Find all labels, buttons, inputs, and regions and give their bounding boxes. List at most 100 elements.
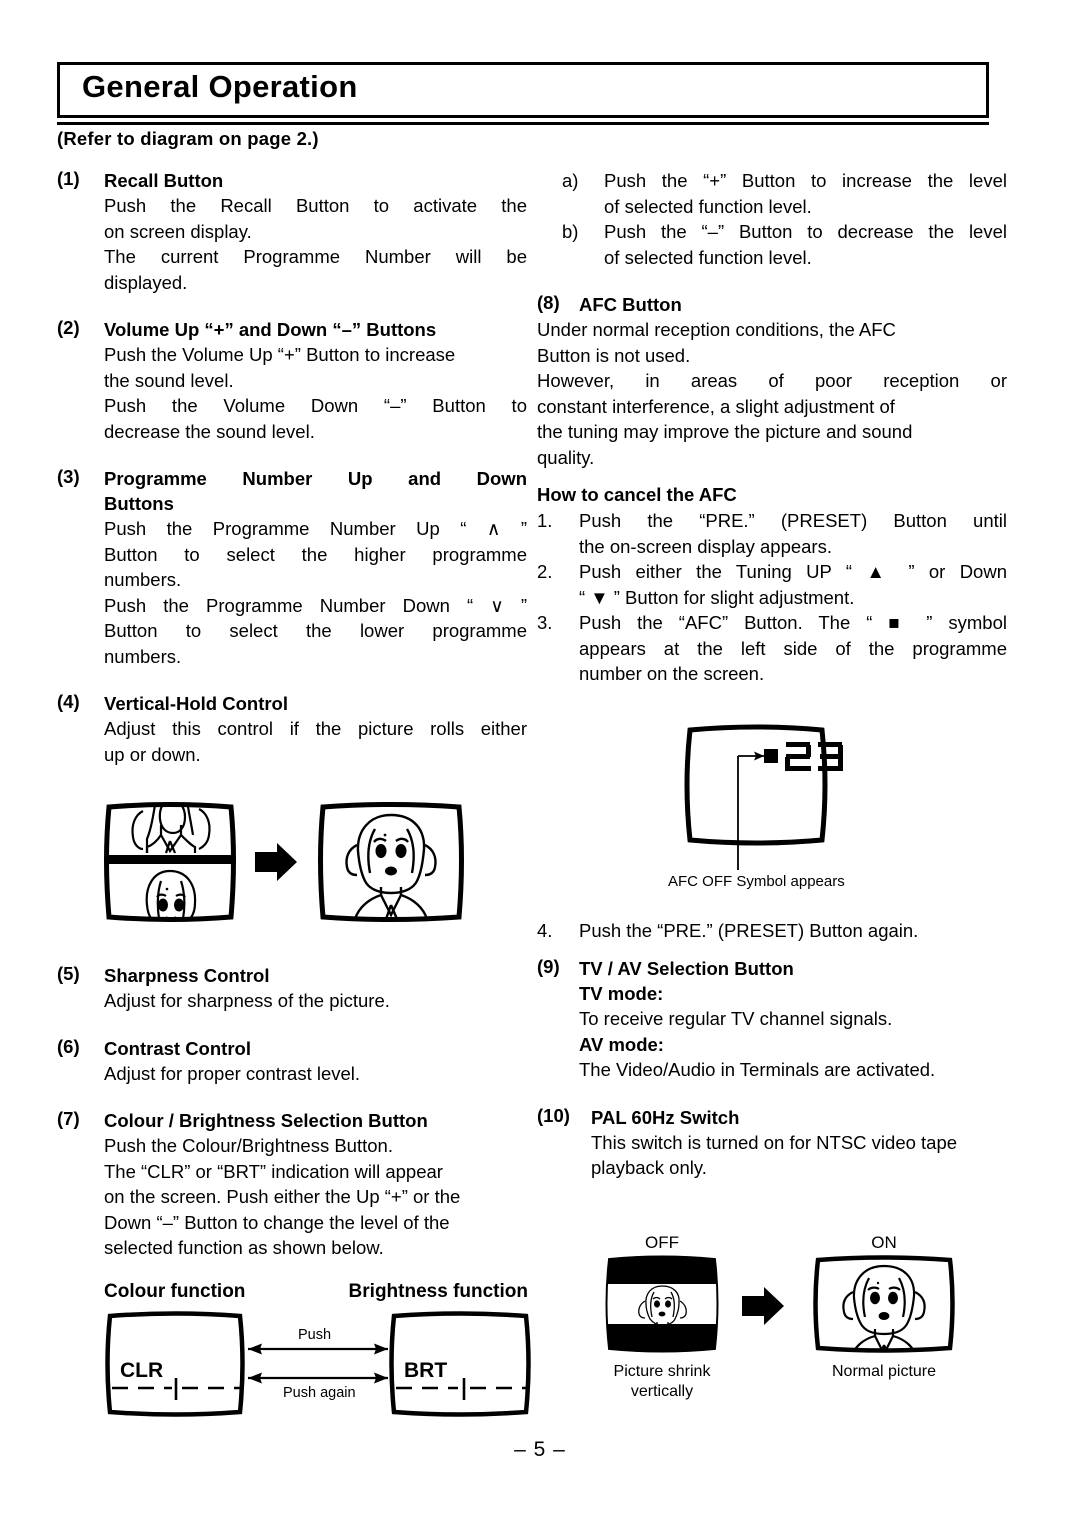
section-contrast-control: (6) Contrast Control Adjust for proper c… — [57, 1036, 527, 1087]
section-vertical-hold-control: (4) Vertical-Hold Control Adjust this co… — [57, 691, 527, 767]
sub-marker: a) — [562, 170, 579, 191]
afc-off-symbol-figure: AFC OFF Symbol appears — [668, 720, 928, 900]
av-mode-text: The Video/Audio in Terminals are activat… — [579, 1059, 936, 1080]
tv-screen-on — [813, 1255, 955, 1353]
body-line: Push the Recall Button to activate the — [104, 195, 527, 216]
tv-screen-rolling — [104, 802, 236, 922]
section-number: (9) — [537, 955, 560, 977]
section-body: Adjust this control if the picture rolls… — [104, 716, 527, 767]
section-number: (7) — [57, 1108, 80, 1129]
section-body: Push the Recall Button to activate the o… — [104, 193, 527, 295]
colour-brightness-figure-labels: Colour function Brightness function — [104, 1281, 534, 1303]
section-number: (5) — [57, 963, 80, 984]
section-heading-line1: Programme Number Up and Down — [104, 468, 527, 489]
step-marker: 4. — [537, 920, 553, 941]
brt-screen: BRT — [389, 1311, 531, 1417]
section-number: (6) — [57, 1035, 80, 1057]
body-line: Push the Colour/Brightness Button. — [104, 1135, 393, 1156]
step-line: appears at the left side of the programm… — [579, 637, 1007, 659]
body-line: Push the Volume Up “+” Button to increas… — [104, 344, 456, 365]
section-body: This switch is turned on for NTSC video … — [591, 1130, 1007, 1181]
sub-marker: b) — [562, 221, 579, 242]
section-programme-number-buttons: (3) Programme Number Up and Down Buttons… — [57, 466, 527, 669]
section-recall-button: (1) Recall Button Push the Recall Button… — [57, 168, 527, 295]
step-marker: 1. — [537, 510, 553, 531]
section-number: (2) — [57, 317, 80, 338]
body-line: the sound level. — [104, 369, 234, 391]
body-line: selected function as shown below. — [104, 1237, 384, 1258]
body-line: However, in areas of poor reception or — [537, 370, 1007, 391]
section-number: (8) — [537, 292, 560, 313]
push-label: Push — [298, 1327, 331, 1343]
afc-step-3: 3. Push the “AFC” Button. The “ ■ ” symb… — [537, 610, 1007, 687]
afc-figure-caption: AFC OFF Symbol appears — [668, 873, 845, 890]
tv-mode-text: To receive regular TV channel signals. — [579, 1008, 893, 1029]
off-caption-line1: Picture shrink — [614, 1363, 712, 1380]
title-underline-rule — [57, 122, 989, 125]
body-line: Push the Programme Number Down “ ∨ ” — [104, 594, 527, 616]
brt-text: BRT — [404, 1359, 447, 1382]
section-sharpness-control: (5) Sharpness Control Adjust for sharpne… — [57, 963, 527, 1014]
section-heading: PAL 60Hz Switch — [591, 1106, 740, 1128]
body-line: Adjust this control if the picture rolls… — [104, 718, 527, 739]
section-pal-60hz-switch: (10) PAL 60Hz Switch This switch is turn… — [537, 1105, 1007, 1181]
body-line: This switch is turned on for NTSC video … — [591, 1131, 958, 1153]
section-body: TV mode: To receive regular TV channel s… — [579, 981, 1007, 1083]
sub-line: Push the “–” Button to decrease the leve… — [604, 221, 1007, 242]
document-page: General Operation (Refer to diagram on p… — [0, 0, 1080, 1526]
body-line: Adjust for sharpness of the picture. — [104, 990, 390, 1011]
sub-item-a: a) Push the “+” Button to increase the l… — [562, 168, 1007, 219]
step-line: number on the screen. — [579, 663, 765, 684]
afc-step-1: 1. Push the “PRE.” (PRESET) Button until… — [537, 508, 1007, 559]
section-body: Push the Programme Number Up “ ∧ ” Butto… — [104, 516, 527, 669]
section-heading: Recall Button — [104, 170, 224, 191]
section-number: (10) — [537, 1104, 570, 1126]
on-caption: Normal picture — [832, 1363, 936, 1380]
body-line: on the screen. Push either the Up “+” or… — [104, 1186, 461, 1207]
body-line: The current Programme Number will be — [104, 246, 527, 267]
sub-line: Push the “+” Button to increase the leve… — [604, 170, 1007, 191]
body-line: on screen display. — [104, 220, 252, 242]
body-line: Button to select the higher programme — [104, 543, 527, 565]
body-line: the tuning may improve the picture and s… — [537, 421, 913, 442]
left-column-lower: (5) Sharpness Control Adjust for sharpne… — [57, 963, 527, 1261]
tv-mode-label: TV mode: — [579, 982, 664, 1004]
body-line: decrease the sound level. — [104, 420, 315, 442]
off-caption-line2: vertically — [631, 1383, 693, 1400]
tv-screen-normal — [318, 802, 464, 922]
right-arrow-icon — [742, 1287, 784, 1325]
tv-screen-off — [605, 1255, 719, 1353]
step-line: Push the “PRE.” (PRESET) Button again. — [579, 920, 919, 941]
sub-item-b: b) Push the “–” Button to decrease the l… — [562, 219, 1007, 270]
section-body: Push the Colour/Brightness Button. The “… — [104, 1133, 527, 1261]
section-body: Adjust for sharpness of the picture. — [104, 988, 527, 1014]
section-colour-brightness-selection-button: (7) Colour / Brightness Selection Button… — [57, 1108, 527, 1261]
body-line: up or down. — [104, 743, 201, 765]
on-label: ON — [871, 1233, 897, 1252]
section-heading: Volume Up “+” and Down “–” Buttons — [104, 319, 437, 340]
section-body: Push the Volume Up “+” Button to increas… — [104, 342, 527, 444]
body-line: numbers. — [104, 645, 182, 667]
body-line: Push the Programme Number Up “ ∧ ” — [104, 518, 527, 539]
section-tv-av-selection-button: (9) TV / AV Selection Button TV mode: To… — [537, 956, 1007, 1083]
vertical-hold-figure — [95, 795, 475, 935]
colour-brightness-function-diagram: CLR Push Push again BRT — [98, 1308, 538, 1423]
section-heading: TV / AV Selection Button — [579, 957, 794, 979]
section-volume-buttons: (2) Volume Up “+” and Down “–” Buttons P… — [57, 317, 527, 444]
afc-step-4: 4. Push the “PRE.” (PRESET) Button again… — [537, 918, 1007, 944]
off-label: OFF — [645, 1233, 679, 1252]
refer-to-diagram-note: (Refer to diagram on page 2.) — [57, 128, 319, 149]
section-heading-line2: Buttons — [104, 493, 174, 514]
push-arrow-top — [248, 1343, 388, 1355]
body-line: Button is not used. — [537, 344, 691, 366]
page-title-box: General Operation — [57, 62, 989, 118]
clr-text: CLR — [120, 1359, 163, 1382]
